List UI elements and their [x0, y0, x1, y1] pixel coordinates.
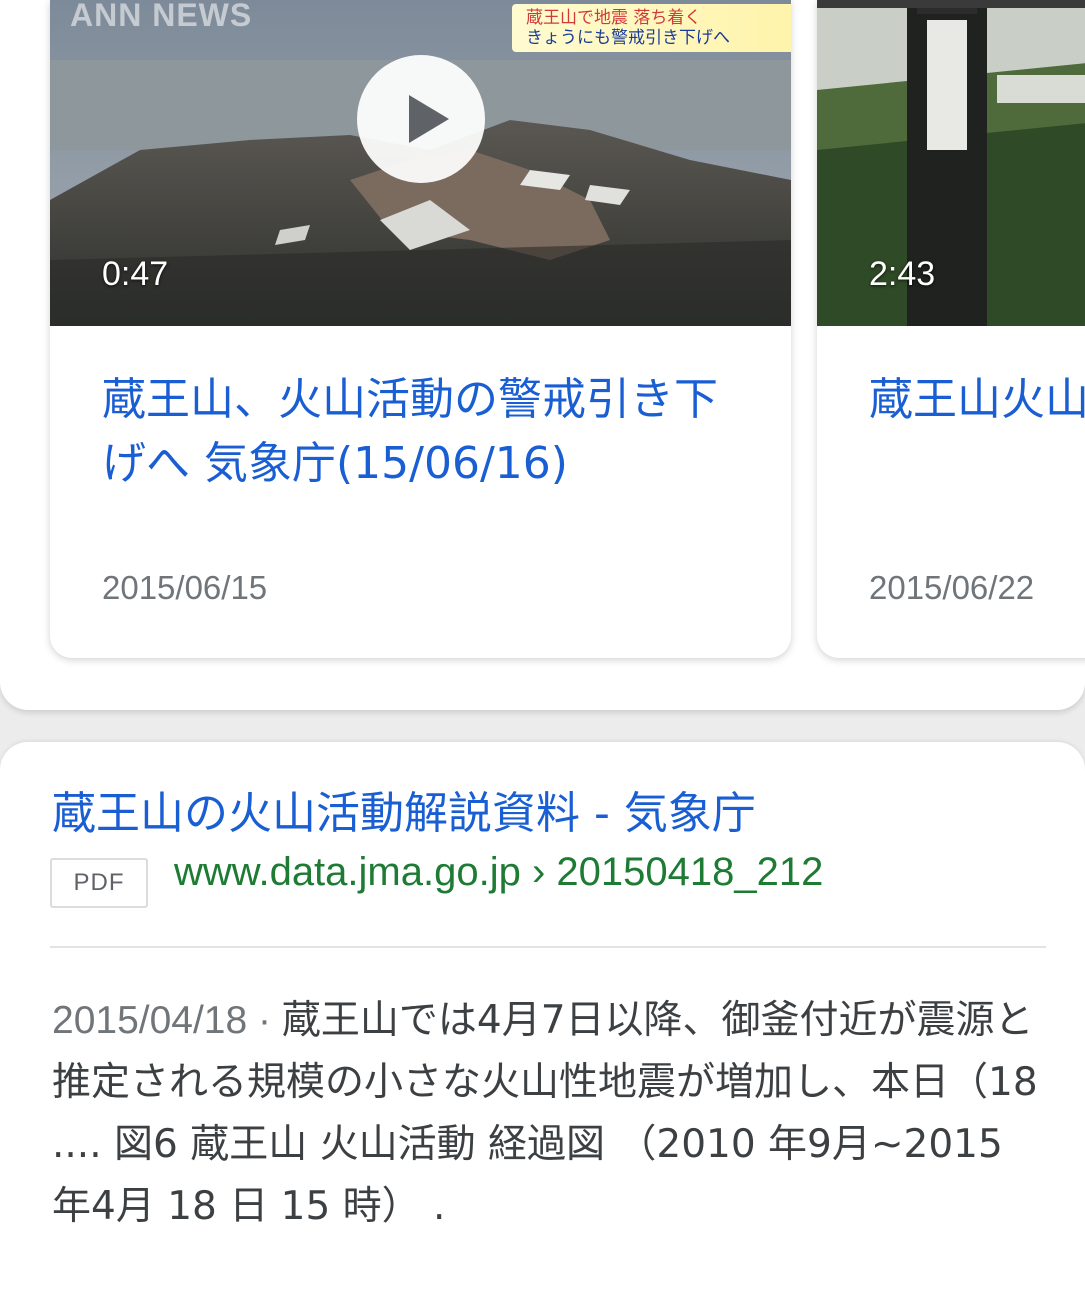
- snippet-date: 2015/04/18: [52, 999, 248, 1042]
- thumbnail-caption-line1: 蔵王山で地震 落ち着く: [526, 8, 702, 28]
- video-duration: 0:47: [102, 255, 169, 293]
- video-title-link[interactable]: 蔵王山、火山活動の警戒引き下げへ 気象庁(15/06/16): [102, 368, 742, 496]
- divider: [50, 946, 1046, 948]
- result-url[interactable]: www.data.jma.go.jp › 20150418_212: [174, 850, 823, 895]
- ropeway-thumbnail-image: [817, 0, 1085, 326]
- thumbnail-caption: 蔵王山で地震 落ち着く きょうにも警戒引き下げへ: [512, 4, 791, 52]
- result-snippet: 2015/04/18 · 蔵王山では4月7日以降、御釜付近が震源と推定される規模…: [52, 990, 1052, 1238]
- video-duration: 2:43: [869, 255, 936, 293]
- video-thumbnail[interactable]: ANN NEWS 蔵王山で地震 落ち着く きょうにも警戒引き下げへ 0:47: [50, 0, 791, 326]
- news-logo: ANN NEWS: [70, 0, 253, 33]
- result-title-link[interactable]: 蔵王山の火山活動解説資料 - 気象庁: [52, 784, 756, 844]
- video-date: 2015/06/22: [869, 569, 1035, 606]
- thumbnail-caption-line2: きょうにも警戒引き下げへ: [526, 28, 730, 48]
- pdf-badge: PDF: [50, 858, 148, 908]
- video-card[interactable]: 2:43 蔵王山火山の刈田リフ 2015/06/22: [817, 0, 1085, 658]
- play-icon[interactable]: [357, 55, 485, 183]
- snippet-separator: ·: [247, 999, 282, 1042]
- search-result-card: 蔵王山の火山活動解説資料 - 気象庁 PDF www.data.jma.go.j…: [0, 742, 1085, 1302]
- video-thumbnail[interactable]: 2:43: [817, 0, 1085, 326]
- video-card[interactable]: ANN NEWS 蔵王山で地震 落ち着く きょうにも警戒引き下げへ 0:47 蔵…: [50, 0, 791, 658]
- video-date: 2015/06/15: [102, 569, 268, 606]
- video-title-link[interactable]: 蔵王山火山の刈田リフ: [869, 368, 1085, 432]
